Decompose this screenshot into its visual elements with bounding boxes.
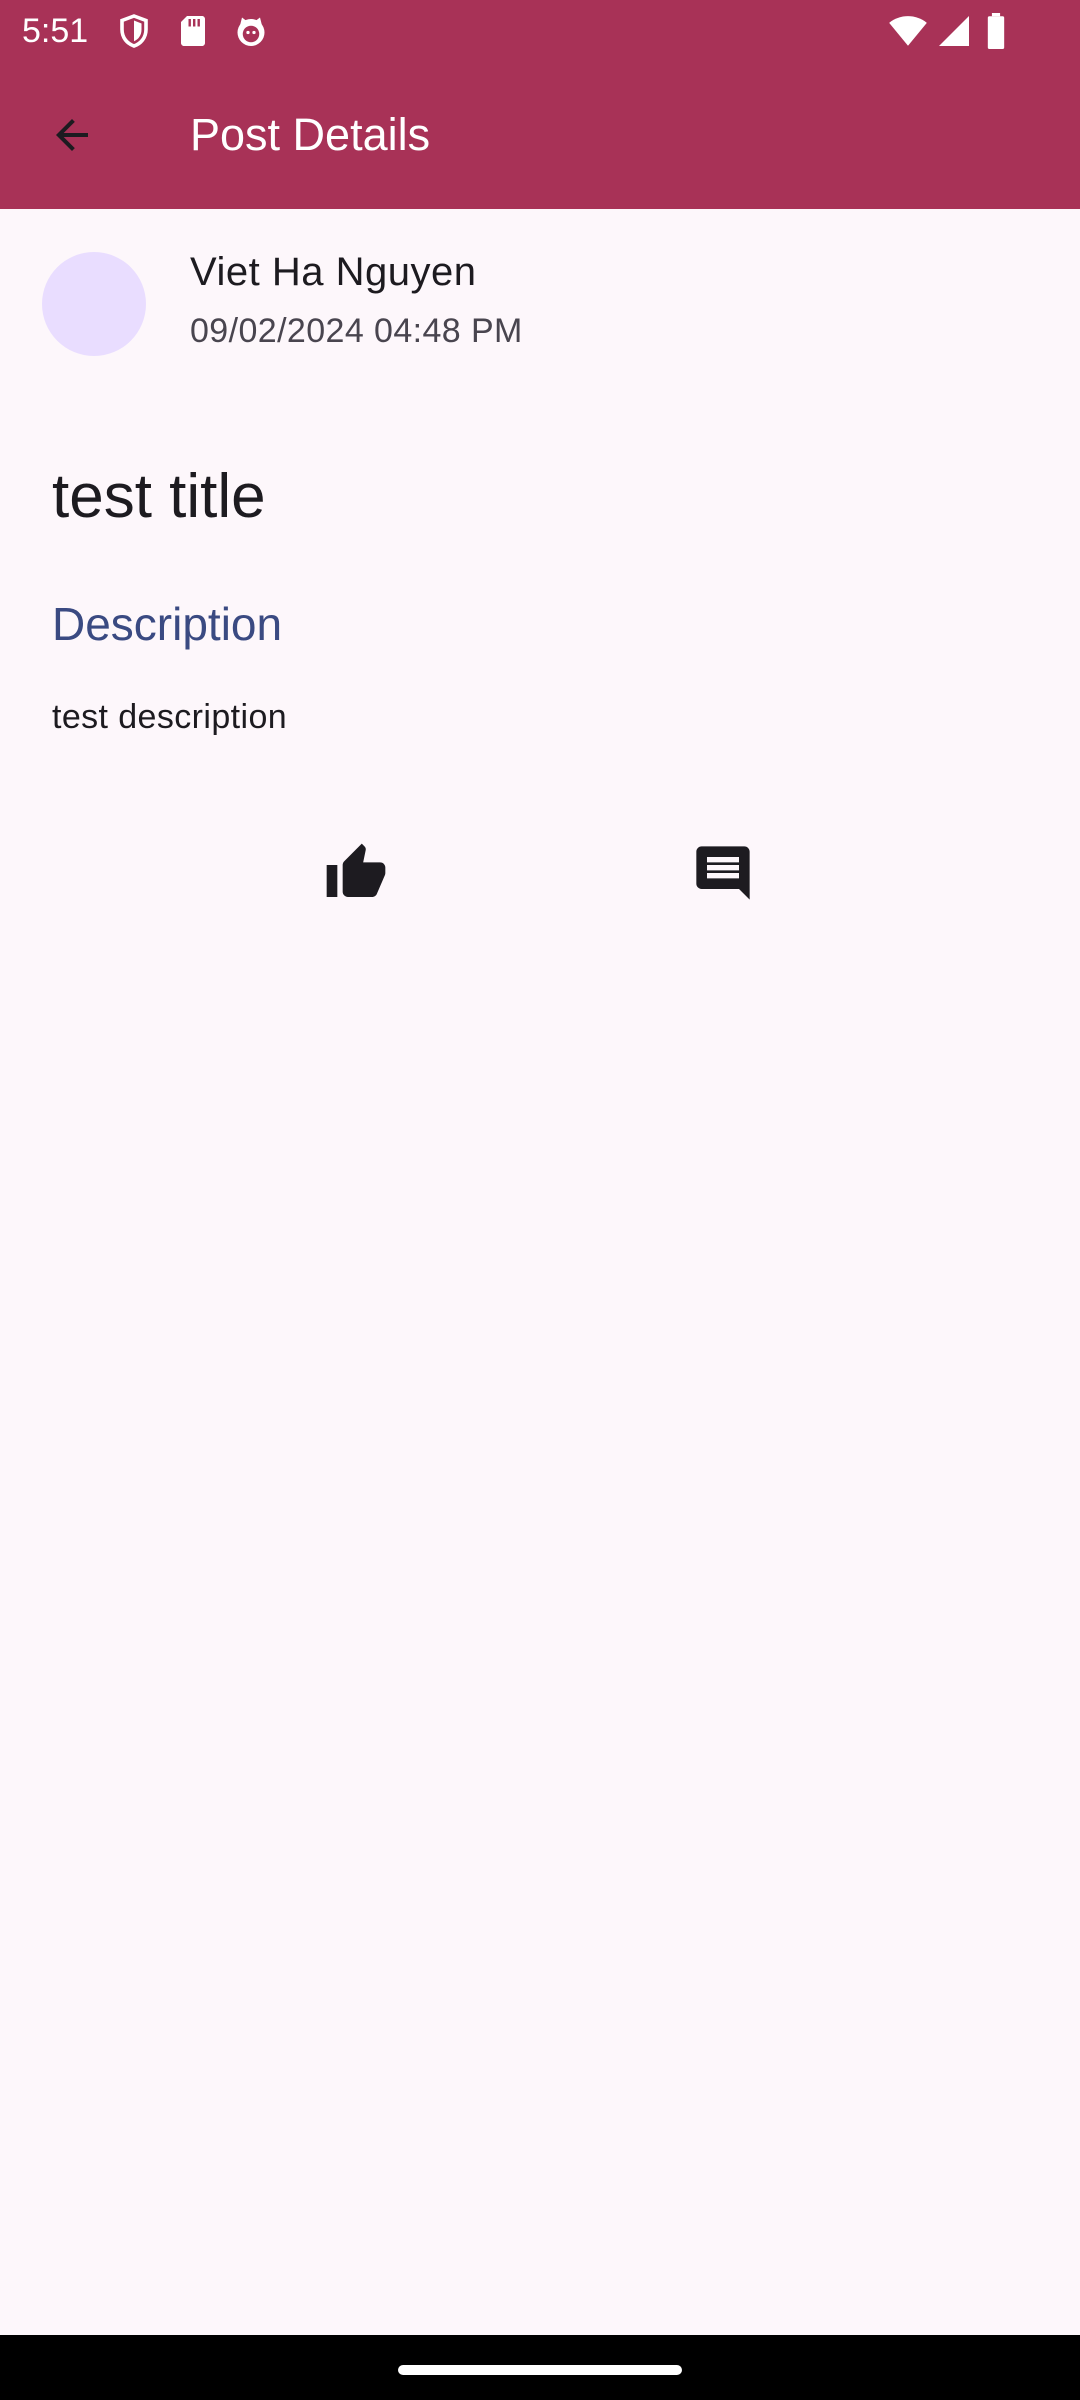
sd-card-icon	[175, 13, 211, 49]
status-time: 5:51	[22, 12, 89, 50]
post-details-content: Viet Ha Nguyen 09/02/2024 04:48 PM test …	[0, 209, 1080, 2335]
description-label: Description	[52, 598, 283, 650]
back-button[interactable]	[36, 101, 108, 173]
post-description: test description	[52, 698, 288, 736]
comment-button[interactable]	[675, 827, 771, 923]
home-gesture-handle[interactable]	[398, 2365, 682, 2375]
status-bar: 5:51	[0, 0, 1080, 64]
app-bar: 5:51 Post Details	[0, 0, 1080, 209]
avatar[interactable]	[42, 252, 146, 356]
post-title: test title	[52, 462, 266, 531]
comment-icon	[691, 841, 755, 910]
system-navigation-bar	[0, 2335, 1080, 2400]
wifi-icon	[888, 13, 928, 49]
battery-icon	[984, 13, 1008, 49]
arrow-back-icon	[48, 111, 96, 164]
shield-icon	[116, 13, 152, 49]
thumb-up-icon	[324, 841, 388, 910]
toolbar: Post Details	[0, 64, 1080, 209]
cellular-signal-icon	[936, 13, 972, 49]
post-date: 09/02/2024 04:48 PM	[190, 312, 523, 350]
cat-face-icon	[233, 13, 269, 49]
like-button[interactable]	[308, 827, 404, 923]
page-title: Post Details	[190, 109, 431, 160]
author-name: Viet Ha Nguyen	[190, 250, 477, 294]
